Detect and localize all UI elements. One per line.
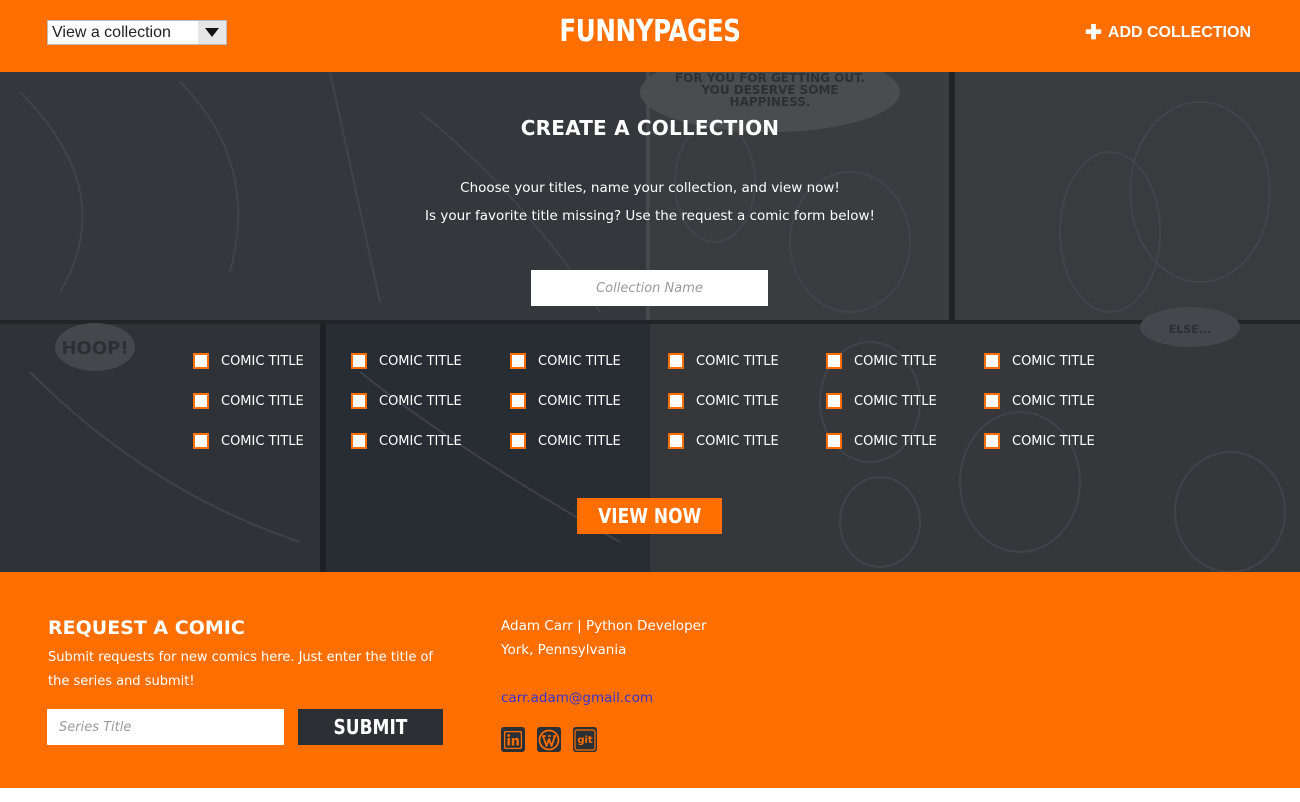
comic-checkbox[interactable] <box>510 433 526 449</box>
create-collection-subtitle-2: Is your favorite title missing? Use the … <box>425 208 875 224</box>
comic-checkbox[interactable] <box>193 353 209 369</box>
request-comic-title: REQUEST A COMIC <box>48 617 245 639</box>
comic-checkbox-item[interactable]: COMIC TITLE <box>351 433 462 449</box>
collection-name-input[interactable] <box>531 270 768 306</box>
comic-title-label: COMIC TITLE <box>854 393 937 409</box>
request-comic-description: Submit requests for new comics here. Jus… <box>48 650 433 689</box>
comic-title-label: COMIC TITLE <box>538 433 621 449</box>
comic-checkbox-item[interactable]: COMIC TITLE <box>984 433 1095 449</box>
comic-checkbox[interactable] <box>351 433 367 449</box>
wordpress-icon[interactable] <box>537 727 561 752</box>
comic-title-label: COMIC TITLE <box>696 393 779 409</box>
comic-title-label: COMIC TITLE <box>379 433 462 449</box>
comic-checkbox[interactable] <box>193 433 209 449</box>
comic-checkbox-item[interactable]: COMIC TITLE <box>510 393 621 409</box>
view-now-label: VIEW NOW <box>597 504 702 528</box>
site-logo[interactable]: FUNNYPAGES <box>117 14 1183 49</box>
add-collection-label: ADD COLLECTION <box>1107 24 1251 41</box>
git-label: git <box>577 735 593 746</box>
comic-row: COMIC TITLE COMIC TITLE COMIC TITLE COMI… <box>193 433 1153 453</box>
comic-checkbox-item[interactable]: COMIC TITLE <box>193 433 304 449</box>
comic-row: COMIC TITLE COMIC TITLE COMIC TITLE COMI… <box>193 353 1153 373</box>
site-header: View a collection FUNNYPAGES ✚ ADD COLLE… <box>0 0 1300 72</box>
comic-checkbox[interactable] <box>668 433 684 449</box>
submit-button[interactable]: SUBMIT <box>298 709 443 745</box>
comic-title-label: COMIC TITLE <box>1012 353 1095 369</box>
submit-label: SUBMIT <box>333 715 408 739</box>
developer-name: Adam Carr | Python Developer <box>501 618 707 634</box>
view-now-button[interactable]: VIEW NOW <box>577 498 722 534</box>
comic-checkbox-item[interactable]: COMIC TITLE <box>668 393 779 409</box>
comic-checkbox-item[interactable]: COMIC TITLE <box>351 353 462 369</box>
plus-icon: ✚ <box>1085 22 1102 44</box>
comic-title-label: COMIC TITLE <box>221 393 304 409</box>
comic-checkbox[interactable] <box>826 433 842 449</box>
comic-title-label: COMIC TITLE <box>379 353 462 369</box>
git-icon[interactable]: git <box>573 727 597 752</box>
comic-row: COMIC TITLE COMIC TITLE COMIC TITLE COMI… <box>193 393 1153 413</box>
create-collection-section: FOR YOU FOR GETTING OUT. YOU DESERVE SOM… <box>0 72 1300 572</box>
create-collection-title: CREATE A COLLECTION <box>520 116 780 140</box>
comic-checkbox[interactable] <box>351 353 367 369</box>
comic-checkbox[interactable] <box>826 353 842 369</box>
comic-checkbox[interactable] <box>193 393 209 409</box>
comic-checkbox-item[interactable]: COMIC TITLE <box>826 433 937 449</box>
comic-checkbox-item[interactable]: COMIC TITLE <box>984 393 1095 409</box>
comic-checkbox-item[interactable]: COMIC TITLE <box>984 353 1095 369</box>
comic-checkbox[interactable] <box>668 353 684 369</box>
page-bottom <box>0 788 1300 802</box>
comic-title-label: COMIC TITLE <box>221 433 304 449</box>
comic-checkbox-item[interactable]: COMIC TITLE <box>193 353 304 369</box>
comic-checkbox[interactable] <box>984 393 1000 409</box>
comic-title-label: COMIC TITLE <box>379 393 462 409</box>
comic-checkbox-item[interactable]: COMIC TITLE <box>668 433 779 449</box>
comic-checkbox-item[interactable]: COMIC TITLE <box>351 393 462 409</box>
comic-title-label: COMIC TITLE <box>221 353 304 369</box>
comic-title-label: COMIC TITLE <box>538 393 621 409</box>
comic-title-label: COMIC TITLE <box>854 353 937 369</box>
comic-checkbox[interactable] <box>826 393 842 409</box>
site-footer: REQUEST A COMIC Submit requests for new … <box>0 572 1300 788</box>
comic-checkbox[interactable] <box>984 433 1000 449</box>
comic-title-label: COMIC TITLE <box>696 353 779 369</box>
comic-title-label: COMIC TITLE <box>1012 393 1095 409</box>
comic-title-label: COMIC TITLE <box>1012 433 1095 449</box>
comic-checkbox-item[interactable]: COMIC TITLE <box>668 353 779 369</box>
comic-checkbox-item[interactable]: COMIC TITLE <box>193 393 304 409</box>
comic-checkbox[interactable] <box>510 393 526 409</box>
comic-checkbox[interactable] <box>668 393 684 409</box>
comic-title-label: COMIC TITLE <box>538 353 621 369</box>
add-collection-button[interactable]: ✚ ADD COLLECTION <box>1085 22 1251 44</box>
linkedin-icon[interactable] <box>501 727 525 752</box>
comic-checkbox-item[interactable]: COMIC TITLE <box>510 353 621 369</box>
comic-checkbox-item[interactable]: COMIC TITLE <box>510 433 621 449</box>
comic-checkbox[interactable] <box>510 353 526 369</box>
comic-checkbox[interactable] <box>984 353 1000 369</box>
developer-location: York, Pennsylvania <box>501 642 627 658</box>
series-title-input[interactable] <box>47 709 284 745</box>
comic-checkbox-item[interactable]: COMIC TITLE <box>826 353 937 369</box>
email-link[interactable]: carr.adam@gmail.com <box>501 690 653 706</box>
comic-title-label: COMIC TITLE <box>696 433 779 449</box>
comic-checkbox[interactable] <box>351 393 367 409</box>
comic-checkbox-item[interactable]: COMIC TITLE <box>826 393 937 409</box>
comic-title-label: COMIC TITLE <box>854 433 937 449</box>
create-collection-subtitle-1: Choose your titles, name your collection… <box>460 180 840 196</box>
